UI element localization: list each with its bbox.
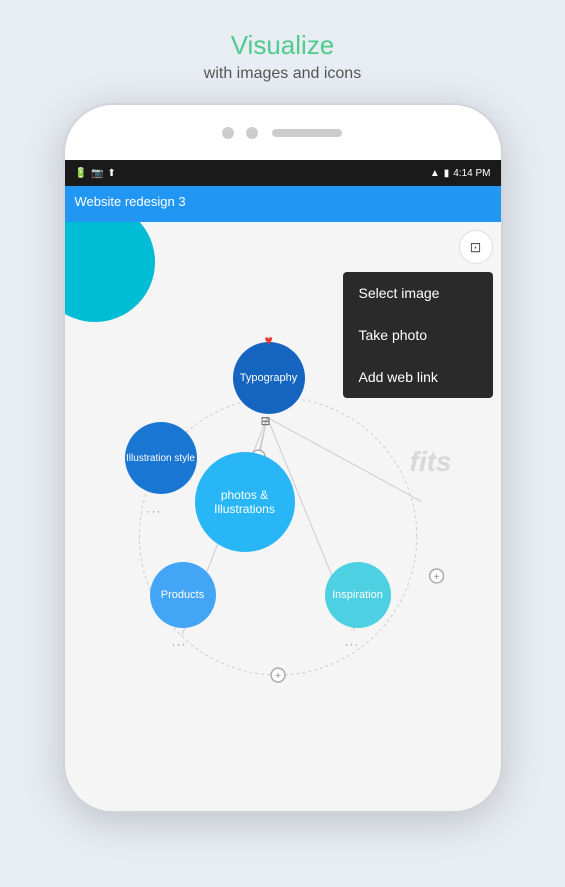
- node-illustration-style[interactable]: Illustration style: [125, 422, 197, 494]
- node-products[interactable]: Products: [150, 562, 216, 628]
- take-photo-item[interactable]: Take photo: [343, 314, 493, 356]
- mindmap-area: + + + ♥ Typography ⊟ Illustration style …: [65, 222, 501, 811]
- notification-icon: 📷: [91, 168, 103, 179]
- page-subtitle: with images and icons: [204, 65, 361, 83]
- page-title: Visualize: [204, 30, 361, 61]
- app-title: Website redesign 3: [65, 186, 501, 217]
- camera-dot-right: [246, 127, 258, 139]
- select-image-item[interactable]: Select image: [343, 272, 493, 314]
- context-menu-button[interactable]: ⊡: [459, 230, 493, 264]
- time-display: 4:14 PM: [453, 168, 490, 179]
- wifi-icon: ▲: [430, 168, 440, 179]
- upload-icon: ⬆: [107, 168, 115, 179]
- battery-full-icon: ▮: [444, 168, 450, 179]
- svg-text:+: +: [433, 572, 439, 583]
- app-topbar: Website redesign 3: [65, 186, 501, 222]
- node-photos-illustrations[interactable]: photos & Illustrations: [195, 452, 295, 552]
- status-right: ▲ ▮ 4:14 PM: [430, 168, 491, 179]
- node-typography[interactable]: Typography: [233, 342, 305, 414]
- app-screen: Website redesign 3 + +: [65, 186, 501, 811]
- heart-icon: ♥: [265, 332, 273, 348]
- phone-top-bar: [65, 105, 501, 160]
- battery-icon: 🔋: [75, 168, 87, 179]
- camera-dot-left: [222, 127, 234, 139]
- phone-frame: 🔋 📷 ⬆ ▲ ▮ 4:14 PM Website redesign 3: [63, 103, 503, 813]
- fits-watermark: fits: [391, 422, 471, 502]
- phone-speaker: [272, 129, 342, 137]
- delete-icon[interactable]: ⊟: [261, 414, 271, 428]
- status-bar: 🔋 📷 ⬆ ▲ ▮ 4:14 PM: [65, 160, 501, 186]
- dropdown-menu: Select image Take photo Add web link: [343, 272, 493, 398]
- screen-icon: ⊡: [470, 239, 482, 256]
- status-left: 🔋 📷 ⬆: [75, 168, 116, 179]
- node-inspiration[interactable]: Inspiration: [325, 562, 391, 628]
- inspiration-dots: ···: [345, 637, 360, 651]
- svg-text:+: +: [275, 671, 281, 682]
- products-dots: ···: [172, 637, 187, 651]
- add-web-link-item[interactable]: Add web link: [343, 356, 493, 398]
- illustration-dots: ···: [147, 504, 162, 518]
- page-header: Visualize with images and icons: [184, 0, 381, 103]
